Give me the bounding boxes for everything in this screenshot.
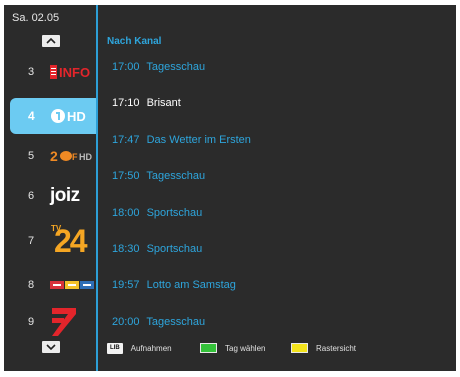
lib-key-icon: LIB: [107, 342, 123, 354]
channel-item-8[interactable]: 8: [4, 267, 96, 303]
chevron-up-icon: [46, 38, 56, 44]
svg-text:HD: HD: [79, 152, 92, 162]
program-time: 17:50: [112, 170, 140, 182]
joiz-logo: joiz: [50, 184, 94, 208]
zdf-hd-logo: 2 F HD: [50, 144, 94, 168]
info-logo-text: INFO: [59, 64, 91, 80]
channel-number: 8: [28, 279, 35, 291]
scroll-up-button[interactable]: [42, 35, 60, 47]
program-item[interactable]: 17:47 Das Wetter im Ersten: [112, 134, 251, 146]
date-label: Sa. 02.05: [12, 12, 60, 24]
program-item[interactable]: 17:00 Tagesschau: [112, 61, 205, 73]
program-item[interactable]: 18:30 Sportschau: [112, 243, 202, 255]
svg-text:2: 2: [50, 148, 58, 164]
channel-item-7[interactable]: 7 TV 24: [4, 219, 96, 263]
epg-screen: Sa. 02.05 3 INFO 4 HD 5 2 F HD 6 joiz 7 …: [4, 5, 456, 371]
program-list-panel: Nach Kanal 17:00 Tagesschau 17:10 Brisan…: [98, 5, 456, 371]
legend-yellow[interactable]: Rastersicht: [291, 342, 356, 354]
program-title: Brisant: [146, 97, 181, 109]
channel-item-3[interactable]: 3 INFO: [4, 54, 96, 90]
program-title: Sportschau: [146, 207, 203, 219]
program-time: 20:00: [112, 316, 140, 328]
yellow-key-icon: [291, 343, 308, 353]
swiss-tv-logo: [50, 273, 94, 297]
svg-text:F: F: [72, 152, 78, 162]
program-item[interactable]: 17:50 Tagesschau: [112, 170, 205, 182]
legend-yellow-label: Rastersicht: [316, 343, 357, 353]
program-title: Tagesschau: [146, 61, 206, 73]
program-time: 18:30: [112, 243, 140, 255]
program-title: Lotto am Samstag: [146, 279, 236, 291]
channel-number: 4: [28, 109, 35, 123]
channel-number: 9: [28, 316, 35, 328]
legend-green[interactable]: Tag wählen: [200, 342, 265, 354]
das-erste-icon: [51, 109, 65, 123]
ard-info-logo: INFO: [50, 60, 94, 84]
program-title: Tagesschau: [146, 170, 206, 182]
channel-item-6[interactable]: 6 joiz: [4, 178, 96, 214]
program-item-current[interactable]: 17:10 Brisant: [112, 97, 181, 109]
scroll-down-button[interactable]: [42, 341, 60, 353]
channel-number: 7: [28, 235, 35, 247]
swiss-tv-icon: [50, 281, 94, 289]
legend-record[interactable]: LIB Aufnahmen: [107, 342, 172, 354]
joiz-logo-text: joiz: [50, 185, 80, 206]
legend-record-label: Aufnahmen: [130, 343, 172, 353]
program-time: 17:47: [112, 134, 140, 146]
legend-green-label: Tag wählen: [225, 343, 266, 353]
green-key-icon: [200, 343, 217, 353]
channel-number: 5: [28, 150, 35, 162]
section-title: Nach Kanal: [107, 36, 162, 47]
program-item[interactable]: 18:00 Sportschau: [112, 207, 202, 219]
program-time: 17:00: [112, 61, 140, 73]
program-title: Tagesschau: [146, 316, 206, 328]
das-erste-hd-logo: HD: [50, 104, 94, 128]
program-item[interactable]: 20:00 Tagesschau: [112, 316, 205, 328]
tv24-logo: TV 24: [50, 222, 94, 260]
program-item[interactable]: 19:57 Lotto am Samstag: [112, 279, 236, 291]
zdf-hd-icon: 2 F HD: [50, 148, 92, 164]
pro7-icon: [52, 308, 76, 336]
channel-sidebar: Sa. 02.05 3 INFO 4 HD 5 2 F HD 6 joiz 7 …: [4, 5, 96, 371]
channel-item-5[interactable]: 5 2 F HD: [4, 138, 96, 174]
program-time: 18:00: [112, 207, 140, 219]
chevron-down-icon: [46, 344, 56, 350]
channel-number: 6: [28, 190, 35, 202]
program-time: 17:10: [112, 97, 140, 109]
pro7-logo: [50, 305, 94, 339]
channel-item-9[interactable]: 9: [4, 303, 96, 341]
tv24-logo-text: 24: [54, 223, 88, 259]
program-time: 19:57: [112, 279, 140, 291]
program-title: Sportschau: [146, 243, 203, 255]
hd-logo-text: HD: [67, 108, 86, 124]
channel-item-4[interactable]: 4 HD: [10, 98, 96, 134]
program-title: Das Wetter im Ersten: [146, 134, 251, 146]
channel-number: 3: [28, 66, 35, 78]
